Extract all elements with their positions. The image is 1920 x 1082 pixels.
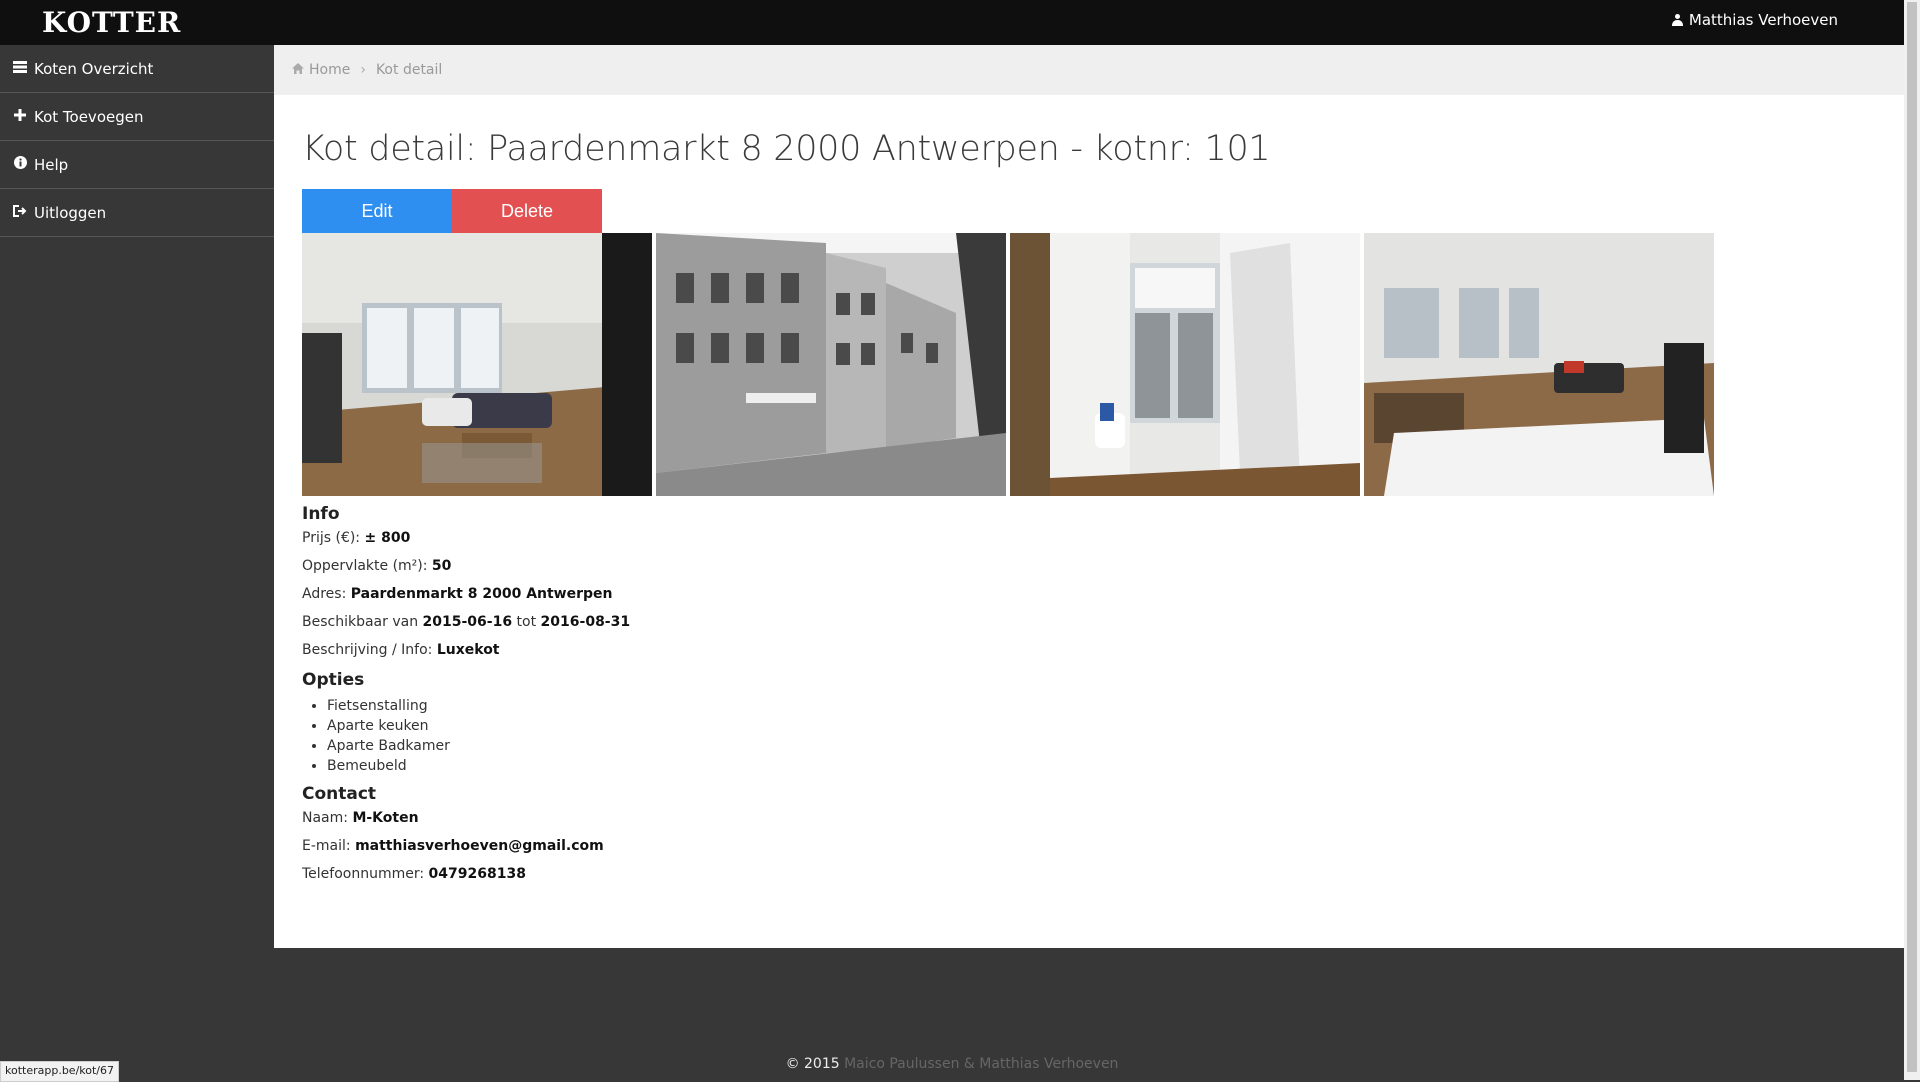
photo-bathroom[interactable] — [1010, 233, 1360, 496]
breadcrumb: Home › Kot detail — [274, 45, 1904, 95]
info-beschikbaar: Beschikbaar van 2015-06-16 tot 2016-08-3… — [302, 614, 631, 630]
opties-heading: Opties — [302, 670, 365, 690]
photo-gallery — [302, 233, 1876, 496]
contact-email: E-mail: matthiasverhoeven@gmail.com — [302, 838, 604, 854]
user-icon — [1671, 14, 1683, 26]
email-value: matthiasverhoeven@gmail.com — [355, 838, 604, 854]
list-item: Fietsenstalling — [327, 696, 1876, 716]
opties-list: Fietsenstalling Aparte keuken Aparte Bad… — [302, 696, 1876, 776]
action-buttons: Edit Delete — [302, 189, 1876, 233]
contact-heading: Contact — [302, 784, 377, 804]
sidebar-item-label: Help — [34, 155, 69, 174]
home-icon — [292, 62, 304, 78]
top-navbar: KOTTER Matthias Verhoeven — [0, 0, 1904, 45]
list-item: Aparte Badkamer — [327, 736, 1876, 756]
info-icon — [12, 156, 28, 173]
info-adres: Adres: Paardenmarkt 8 2000 Antwerpen — [302, 586, 613, 602]
adres-value: Paardenmarkt 8 2000 Antwerpen — [350, 586, 613, 602]
sidebar-item-label: Kot Toevoegen — [34, 107, 144, 126]
photo-bedroom[interactable] — [1364, 233, 1714, 496]
contact-naam: Naam: M-Koten — [302, 810, 419, 826]
sidebar-item-koten-overzicht[interactable]: Koten Overzicht — [0, 45, 274, 93]
beschikbaar-tot: 2016-08-31 — [540, 614, 631, 630]
list-icon — [12, 60, 28, 77]
info-heading: Info — [302, 504, 340, 524]
footer-authors[interactable]: Maico Paulussen & Matthias Verhoeven — [844, 1056, 1118, 1072]
logout-icon — [12, 204, 28, 221]
beschikbaar-van: 2015-06-16 — [422, 614, 513, 630]
beschrijving-value: Luxekot — [436, 642, 500, 658]
breadcrumb-current: Kot detail — [375, 62, 443, 78]
delete-button[interactable]: Delete — [452, 189, 602, 233]
status-bar-url: kotterapp.be/kot/67 — [0, 1061, 120, 1082]
prijs-value: ± 800 — [364, 530, 411, 546]
sidebar-item-uitloggen[interactable]: Uitloggen — [0, 189, 274, 237]
footer: © 2015 Maico Paulussen & Matthias Verhoe… — [0, 1056, 1904, 1072]
edit-button[interactable]: Edit — [302, 189, 452, 233]
sidebar: Koten Overzicht Kot Toevoegen Help Uitlo… — [0, 45, 274, 237]
info-beschrijving: Beschrijving / Info: Luxekot — [302, 642, 500, 658]
sidebar-item-kot-toevoegen[interactable]: Kot Toevoegen — [0, 93, 274, 141]
sidebar-item-help[interactable]: Help — [0, 141, 274, 189]
naam-value: M-Koten — [352, 810, 419, 826]
breadcrumb-separator: › — [360, 62, 366, 78]
scrollbar-thumb[interactable] — [1907, 2, 1917, 1072]
list-item: Bemeubeld — [327, 756, 1876, 776]
brand-logo[interactable]: KOTTER — [42, 6, 181, 39]
user-name: Matthias Verhoeven — [1688, 11, 1838, 29]
footer-copyright: © 2015 — [785, 1056, 845, 1072]
plus-icon — [12, 108, 28, 125]
photo-living-room[interactable] — [302, 233, 652, 496]
info-prijs: Prijs (€): ± 800 — [302, 530, 411, 546]
breadcrumb-home[interactable]: Home — [309, 62, 350, 78]
info-oppervlakte: Oppervlakte (m²): 50 — [302, 558, 452, 574]
contact-telefoon: Telefoonnummer: 0479268138 — [302, 866, 526, 882]
telefoon-value: 0479268138 — [428, 866, 526, 882]
list-item: Aparte keuken — [327, 716, 1876, 736]
user-menu[interactable]: Matthias Verhoeven — [1671, 11, 1838, 29]
oppervlakte-value: 50 — [431, 558, 452, 574]
page-title: Kot detail: Paardenmarkt 8 2000 Antwerpe… — [302, 129, 1271, 169]
sidebar-item-label: Koten Overzicht — [34, 59, 154, 78]
vertical-scrollbar[interactable] — [1904, 0, 1920, 1080]
photo-building-exterior[interactable] — [656, 233, 1006, 496]
sidebar-item-label: Uitloggen — [34, 203, 107, 222]
main-content: Home › Kot detail Kot detail: Paardenmar… — [274, 45, 1904, 948]
